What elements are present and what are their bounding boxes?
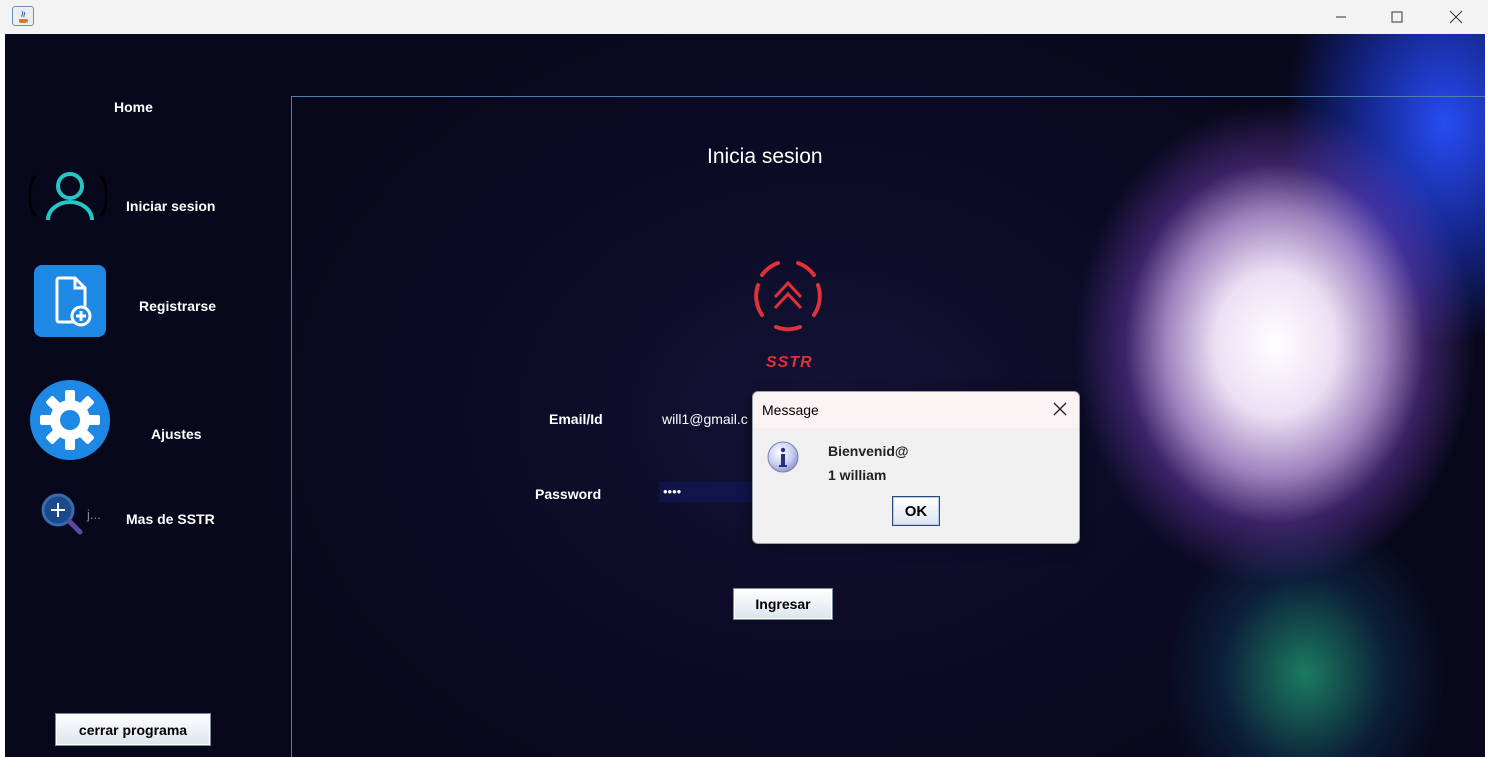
info-icon [767, 441, 799, 473]
close-icon [1449, 10, 1463, 24]
window-titlebar [0, 0, 1488, 34]
dialog-message-line2: 1 william [828, 467, 887, 483]
email-label: Email/Id [549, 411, 603, 427]
page-title: Inicia sesion [707, 145, 823, 168]
main-window: Home Iniciar sesion Registrarse Ajustes … [5, 34, 1485, 757]
document-add-icon [34, 265, 106, 337]
message-dialog: Message Bienvenid@ 1 william OK [752, 391, 1080, 544]
magnifier-icon [41, 493, 83, 535]
dialog-title: Message [762, 402, 819, 418]
dialog-message-line1: Bienvenid@ [828, 443, 909, 459]
password-label: Password [535, 486, 602, 502]
sidebar-item-more-label: Mas de SSTR [126, 511, 215, 527]
login-submit-button[interactable]: Ingresar [733, 588, 833, 620]
password-field[interactable]: •••• [659, 482, 759, 502]
minimize-button[interactable] [1312, 0, 1370, 34]
maximize-icon [1391, 11, 1403, 23]
brand-name: SSTR [766, 354, 813, 371]
user-icon [29, 172, 107, 221]
close-program-button[interactable]: cerrar programa [55, 713, 211, 746]
close-icon [1053, 402, 1067, 416]
maximize-button[interactable] [1368, 0, 1426, 34]
sidebar-item-settings-label: Ajustes [151, 426, 202, 442]
close-window-button[interactable] [1427, 0, 1485, 34]
password-value: •••• [663, 484, 682, 499]
sidebar-item-register-label: Registrarse [139, 298, 217, 314]
sidebar: Home Iniciar sesion Registrarse Ajustes … [5, 34, 290, 757]
gear-icon [30, 380, 110, 460]
more-icon-caption: j... [87, 507, 101, 522]
minimize-icon [1336, 16, 1346, 18]
sidebar-item-login-label: Iniciar sesion [126, 198, 216, 214]
dialog-close-button[interactable] [1051, 400, 1069, 418]
sidebar-home[interactable]: Home [114, 99, 153, 115]
dialog-ok-button[interactable]: OK [892, 496, 940, 526]
dialog-titlebar: Message [753, 392, 1079, 428]
java-app-icon [12, 6, 34, 26]
sstr-logo-icon [754, 261, 822, 332]
email-field[interactable]: will1@gmail.c [662, 411, 748, 427]
